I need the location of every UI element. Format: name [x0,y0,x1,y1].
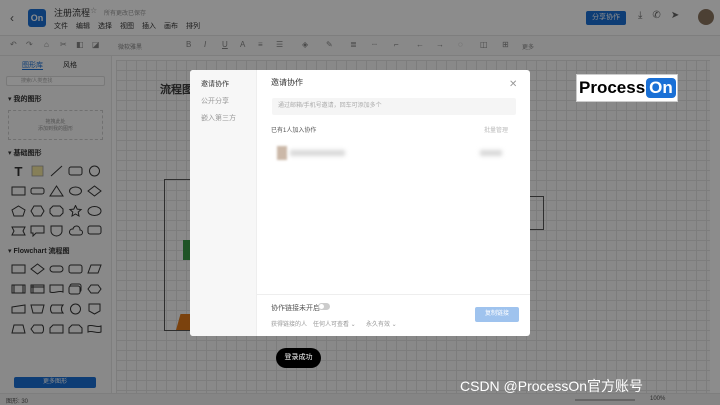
watermark: CSDN @ProcessOn官方账号 [460,378,644,394]
link-status-label: 协作链接未开启 [271,305,320,312]
tab-public-share[interactable]: 公开分享 [201,96,229,106]
modal-tabs: 邀请协作 公开分享 嵌入第三方 [190,70,257,336]
perm-who: 获得链接的人 [271,322,308,328]
joined-count: 已有1人加入协作 [271,128,317,134]
logo-text: Process [579,78,646,97]
processon-logo: Process On [576,74,678,102]
login-success-node[interactable]: 登录成功 [276,348,321,368]
member-avatar [277,146,287,160]
tab-embed[interactable]: 嵌入第三方 [201,113,236,123]
modal-title: 邀请协作 [271,78,303,87]
modal-divider [257,294,530,295]
batch-manage-link[interactable]: 批量管理 [484,125,508,134]
perm-access-select[interactable]: 任何人可查看 ⌄ [313,319,356,328]
invite-input[interactable]: 通过邮箱/手机号邀请，回车可添加多个 [272,98,516,115]
share-modal: 邀请协作 公开分享 嵌入第三方 邀请协作 ✕ 通过邮箱/手机号邀请，回车可添加多… [190,70,530,336]
link-toggle[interactable] [318,303,330,310]
canvas-title: 流程图 [160,84,193,96]
perm-expiry-select[interactable]: 永久有效 ⌄ [366,319,397,328]
perm-expiry-label: 永久有效 [366,322,391,328]
member-name [290,150,345,156]
perm-access-label: 任何人可查看 [313,322,350,328]
app-window: ‹ On 注册流程 ☆ 所有更改已保存 文件 编辑 选择 视图 插入 画布 排列… [0,0,720,405]
tab-invite[interactable]: 邀请协作 [201,79,229,89]
copy-link-button[interactable]: 复制链接 [475,307,519,322]
member-role[interactable] [480,150,502,156]
close-icon[interactable]: ✕ [509,79,517,90]
logo-on: On [646,78,676,98]
